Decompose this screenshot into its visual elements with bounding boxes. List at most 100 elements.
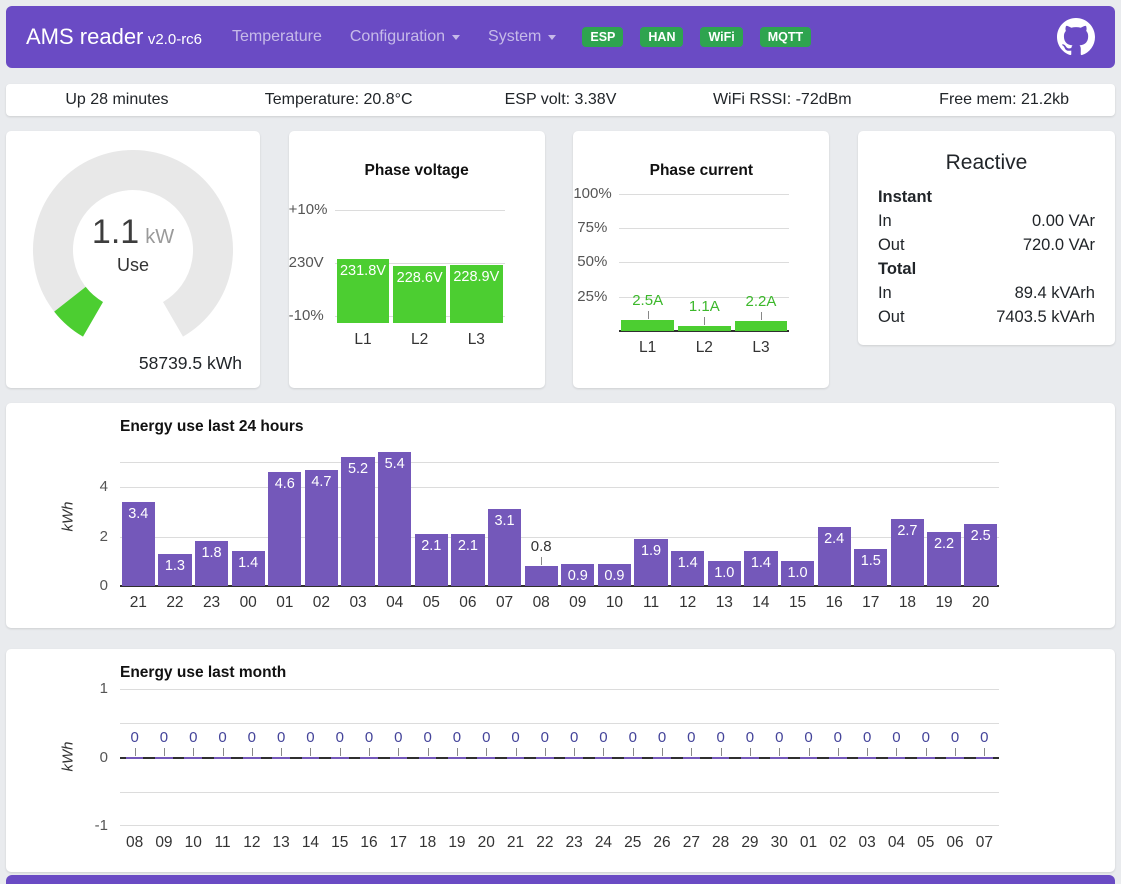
nav-temperature[interactable]: Temperature [232,28,322,46]
gridline [619,262,789,263]
value-tick [281,748,282,756]
phase-voltage-plot: +10%230V-10%231.8VL1228.6VL2228.9VL3 [335,205,505,323]
gridline [120,487,999,488]
bar-value-label: 1.0 [708,565,741,581]
phase-voltage-card: Phase voltage +10%230V-10%231.8VL1228.6V… [289,131,545,388]
value-tick [310,748,311,756]
app-header: AMS reader v2.0-rc6 Temperature Configur… [6,6,1115,68]
value-tick [984,748,985,756]
value-tick [648,311,649,319]
y-tick-label: 230V [289,254,323,271]
y-tick-label: 1 [22,680,108,697]
phase-current-title: Phase current [573,161,829,181]
x-tick-label: L2 [390,331,450,349]
bar [360,757,378,759]
app-brand[interactable]: AMS reader v2.0-rc6 [26,24,202,50]
uptime-status: Up 28 minutes [6,91,228,109]
reactive-row-total-out: Out7403.5 kVArh [878,305,1095,329]
gridline [120,723,999,724]
bar [712,757,730,759]
bar [536,757,554,759]
esp-status-badge: ESP [582,27,623,48]
value-tick [193,748,194,756]
value-tick [164,748,165,756]
bar-value-label: 1.0 [781,565,814,581]
gridline [120,462,999,463]
value-tick [223,748,224,756]
wifi-rssi-status: WiFi RSSI: -72dBm [671,91,893,109]
value-tick [867,748,868,756]
bar-value-label: 2.1 [415,538,448,554]
bar [525,566,558,586]
nav-system[interactable]: System [488,28,556,46]
reactive-row-instant-out: Out720.0 VAr [878,233,1095,257]
value-tick [428,748,429,756]
energy-month-chart: kWh10-1008009010011012013014015016017018… [22,689,1099,860]
phase-current-plot: 100%75%50%25%2.5AL11.1AL22.2AL3 [619,191,789,331]
value-tick [691,748,692,756]
bar [155,757,173,759]
bar-value-label: 0.9 [561,568,594,584]
value-tick [779,748,780,756]
bar-value-label: 0 [954,729,1014,746]
bar [595,757,613,759]
value-tick [369,748,370,756]
bar [214,757,232,759]
bar-value-label: 1.4 [744,555,777,571]
status-badges: ESP HAN WiFi MQTT [582,27,811,48]
bar-value-label: 3.1 [488,513,521,529]
value-tick [135,748,136,756]
bar [653,757,671,759]
han-status-badge: HAN [640,27,683,48]
reactive-card: Reactive Instant In0.00 VAr Out720.0 VAr… [858,131,1115,345]
chevron-down-icon [452,35,460,40]
bar-value-label: 5.4 [378,456,411,472]
bar-value-label: 1.1A [674,298,734,315]
bar [888,757,906,759]
y-tick-label: 0 [22,577,108,594]
energy-month-title: Energy use last month [120,663,1099,683]
x-tick-label: L1 [333,331,393,349]
total-energy-counter: 58739.5 kWh [139,353,242,374]
y-tick-label: 25% [573,288,607,305]
phase-voltage-chart: +10%230V-10%231.8VL1228.6VL2228.9VL3 [289,205,545,357]
phase-current-card: Phase current 100%75%50%25%2.5AL11.1AL22… [573,131,829,388]
value-tick [721,748,722,756]
bar-value-label: 2.5A [618,292,678,309]
bar-value-label: 231.8V [337,263,390,279]
bar-value-label: 1.3 [158,558,191,574]
bar [448,757,466,759]
bar [800,757,818,759]
reactive-title: Reactive [878,151,1095,175]
value-tick [704,317,705,325]
bar-value-label: 4.7 [305,474,338,490]
gridline [120,792,999,793]
y-tick-label: 75% [573,219,607,236]
bar-value-label: 3.4 [122,506,155,522]
bar [858,757,876,759]
github-link[interactable] [1057,18,1095,56]
bar-value-label: 1.8 [195,545,228,561]
reactive-row-total-in: In89.4 kVArh [878,281,1095,305]
bar [741,757,759,759]
value-tick [926,748,927,756]
value-tick [545,748,546,756]
value-tick [252,748,253,756]
bar [507,757,525,759]
bar [683,757,701,759]
gridline [619,228,789,229]
y-tick-label: 50% [573,253,607,270]
value-tick [809,748,810,756]
bar [477,757,495,759]
bar-value-label: 2.2 [927,536,960,552]
bar [184,757,202,759]
wifi-status-badge: WiFi [700,27,742,48]
nav-configuration[interactable]: Configuration [350,28,460,46]
x-tick-label: L3 [731,339,791,357]
y-tick-label: 0 [22,749,108,766]
value-tick [398,748,399,756]
footer-bar [6,875,1115,884]
bar-value-label: 228.9V [450,269,503,285]
power-gauge-card: 1.1kW Use 58739.5 kWh [6,131,260,388]
energy-24h-plot: kWh4203.4211.3221.8231.4004.6014.7025.20… [120,450,999,586]
